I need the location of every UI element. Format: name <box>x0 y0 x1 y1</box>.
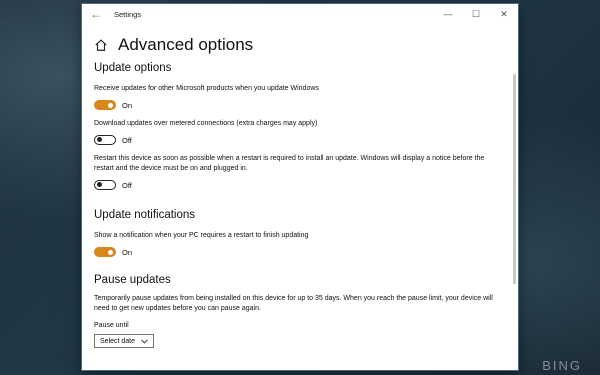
metered-downloads-label: Download updates over metered connection… <box>94 120 318 127</box>
metered-downloads-state: Off <box>122 135 132 145</box>
pause-date-value: Select date <box>100 337 136 345</box>
receive-updates-state: On <box>122 100 133 110</box>
section-pause-updates: Pause updates <box>94 274 171 286</box>
home-icon[interactable] <box>94 38 108 52</box>
chevron-down-icon <box>141 338 148 344</box>
scrollbar[interactable] <box>513 74 516 284</box>
close-button[interactable]: ✕ <box>490 4 518 24</box>
metered-downloads-toggle[interactable] <box>94 135 116 145</box>
section-update-notifications: Update notifications <box>94 209 196 221</box>
page-title: Advanced options <box>118 35 254 54</box>
bing-watermark: BING <box>542 358 582 373</box>
pause-until-label: Pause until <box>94 322 129 329</box>
title-bar: ← Settings — ☐ ✕ <box>82 4 518 24</box>
maximize-button[interactable]: ☐ <box>462 4 490 24</box>
receive-updates-label: Receive updates for other Microsoft prod… <box>94 85 319 92</box>
restart-asap-state: Off <box>122 180 132 190</box>
back-button[interactable]: ← <box>82 7 110 21</box>
minimize-button[interactable]: — <box>434 4 462 24</box>
settings-content: Advanced options Update options Receive … <box>94 32 504 348</box>
restart-asap-toggle[interactable] <box>94 180 116 190</box>
window-title: Settings <box>114 9 142 19</box>
receive-updates-toggle[interactable] <box>94 100 116 110</box>
restart-notification-label: Show a notification when your PC require… <box>94 232 309 239</box>
settings-window: ← Settings — ☐ ✕ Advanced options Update… <box>82 4 518 370</box>
restart-asap-label: Restart this device as soon as possible … <box>94 155 485 172</box>
restart-notification-toggle[interactable] <box>94 247 116 257</box>
pause-date-select[interactable]: Select date <box>94 334 154 348</box>
section-update-options: Update options <box>94 62 172 74</box>
pause-description: Temporarily pause updates from being ins… <box>94 295 493 312</box>
restart-notification-state: On <box>122 247 133 257</box>
